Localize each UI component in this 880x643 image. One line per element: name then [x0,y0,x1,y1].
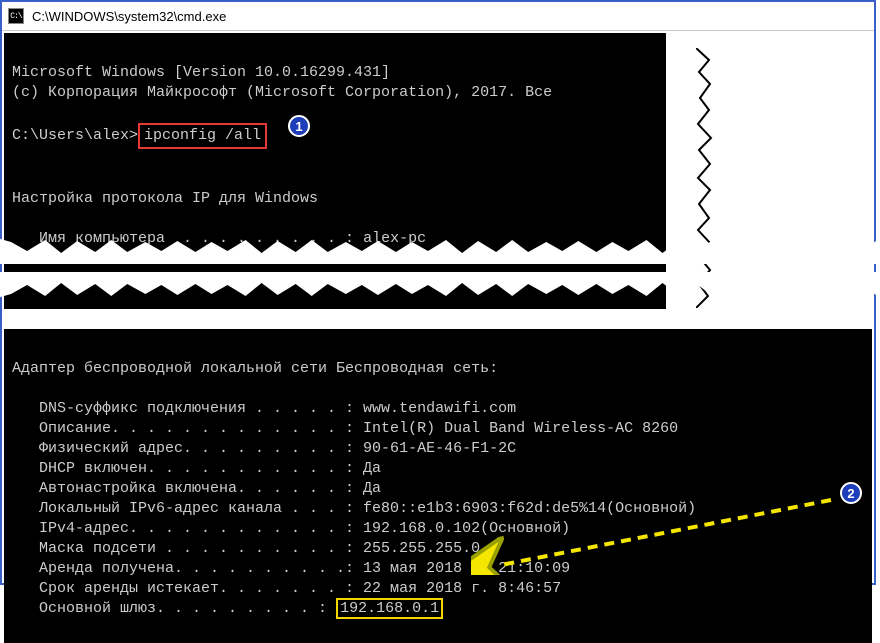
torn-edge [642,28,668,309]
annotation-badge-1: 1 [288,115,310,137]
section-title: Настройка протокола IP для Windows [12,190,318,207]
gateway-label: Основной шлюз. . . . . . . . . : [12,600,336,617]
window-title: C:\WINDOWS\system32\cmd.exe [32,9,226,24]
cmd-window: C:\ C:\WINDOWS\system32\cmd.exe Microsof… [0,0,876,585]
torn-edge [0,238,879,264]
adapter-header: Адаптер беспроводной локальной сети Бесп… [12,360,498,377]
banner-line1: Microsoft Windows [Version 10.0.16299.43… [12,64,390,81]
terminal-output-top[interactable]: Microsoft Windows [Version 10.0.16299.43… [4,33,666,309]
torn-edge [0,272,879,298]
terminal-output-bottom[interactable]: Адаптер беспроводной локальной сети Бесп… [4,329,872,643]
command-highlight: ipconfig /all [138,123,267,149]
cmd-icon: C:\ [8,8,24,24]
annotation-badge-2: 2 [840,482,862,504]
prompt-path: C:\Users\alex> [12,126,138,146]
title-bar[interactable]: C:\ C:\WINDOWS\system32\cmd.exe [2,2,874,31]
annotation-arrow [471,495,841,580]
gateway-value-highlight: 192.168.0.1 [336,598,443,619]
banner-line2: (c) Корпорация Майкрософт (Microsoft Cor… [12,84,552,101]
